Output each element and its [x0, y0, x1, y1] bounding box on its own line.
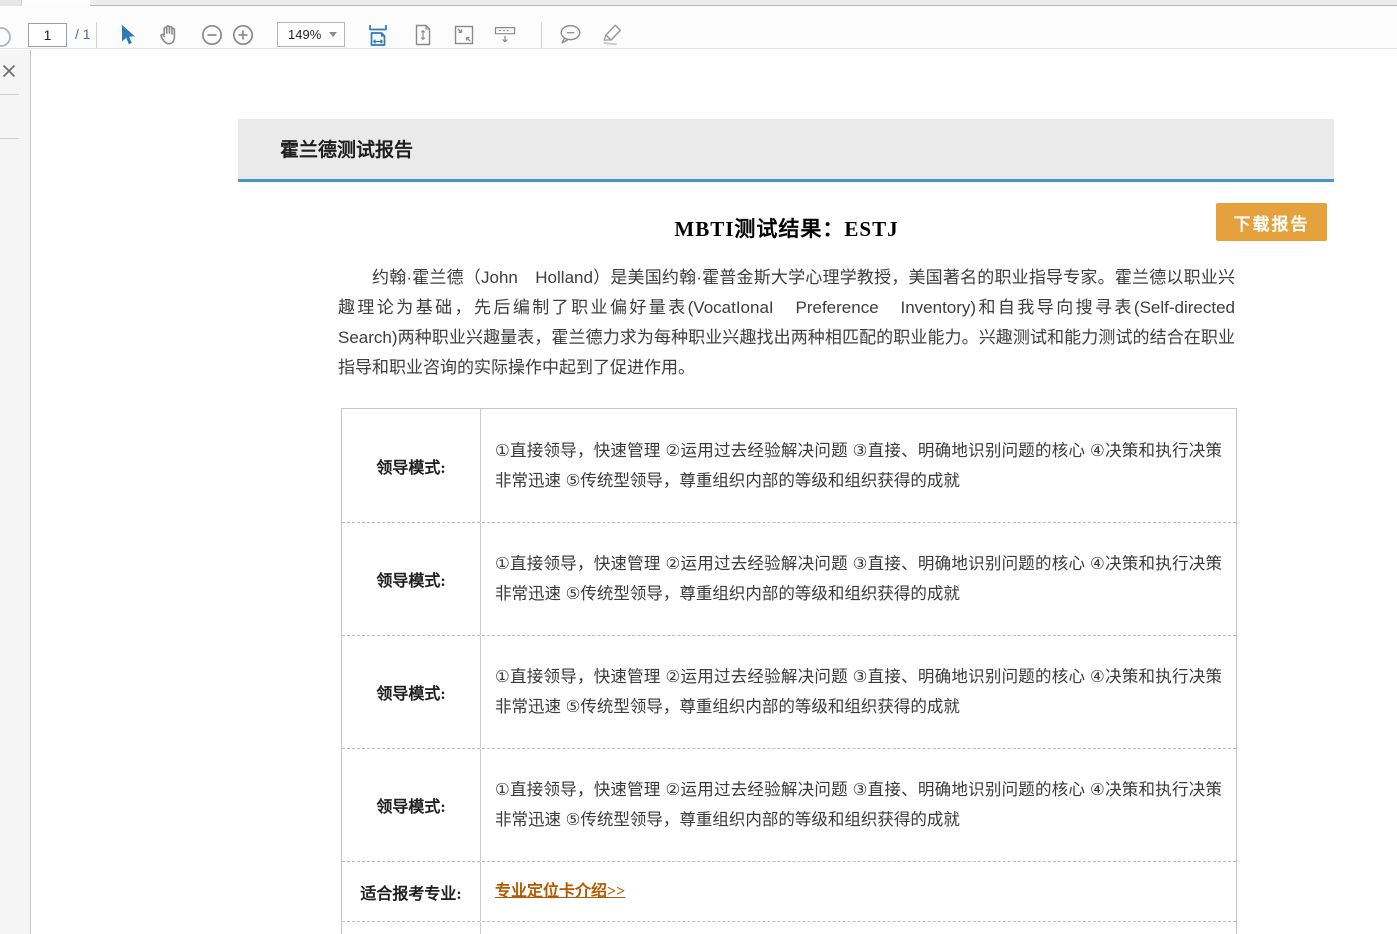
comment-icon[interactable] [557, 22, 583, 48]
zoom-level-dropdown[interactable]: 149% [277, 22, 345, 47]
major-positioning-card-link[interactable]: 专业定位卡介绍>> [495, 877, 625, 907]
toolbar-divider [541, 22, 542, 48]
table-row-majors: 适合报考专业: 专业定位卡介绍>> [342, 861, 1236, 921]
pdf-toolbar: / 1 149% [0, 6, 1397, 49]
row-content: 专业定位卡介绍>> [481, 862, 1236, 921]
close-icon[interactable] [1, 63, 17, 79]
row-content: ①直接领导，快速管理 ②运用过去经验解决问题 ③直接、明确地识别问题的核心 ④决… [481, 749, 1236, 861]
row-content-text: ①直接领导，快速管理 ②运用过去经验解决问题 ③直接、明确地识别问题的核心 ④决… [495, 441, 1222, 490]
report-title: 霍兰德测试报告 [280, 140, 414, 161]
chevron-down-icon [329, 32, 337, 37]
row-content-text: ①直接领导，快速管理 ②运用过去经验解决问题 ③直接、明确地识别问题的核心 ④决… [495, 781, 1222, 829]
select-cursor-icon[interactable] [114, 22, 140, 48]
panel-divider [0, 138, 19, 139]
page-number-input[interactable] [28, 23, 67, 47]
actual-size-icon[interactable] [451, 22, 477, 48]
table-row: 领导模式: ①直接领导，快速管理 ②运用过去经验解决问题 ③直接、明确地识别问题… [342, 635, 1236, 748]
row-content-text: ①直接领导，快速管理 ②运用过去经验解决问题 ③直接、明确地识别问题的核心 ④决… [495, 555, 1222, 603]
row-content: ①直接领导，快速管理 ②运用过去经验解决问题 ③直接、明确地识别问题的核心 ④决… [481, 523, 1236, 635]
intro-paragraph: 约翰·霍兰德（John Holland）是美国约翰·霍普金斯大学心理学教授，美国… [338, 268, 1252, 377]
panel-divider [0, 94, 19, 95]
zoom-level-value: 149% [288, 27, 322, 42]
report-title-banner: 霍兰德测试报告 [238, 119, 1334, 182]
row-label: 领导模式: [342, 409, 481, 522]
table-row: 领导模式: ①直接领导，快速管理 ②运用过去经验解决问题 ③直接、明确地识别问题… [342, 409, 1236, 522]
table-row: 领导模式: ①直接领导，快速管理 ②运用过去经验解决问题 ③直接、明确地识别问题… [342, 748, 1236, 861]
navigation-side-panel [0, 50, 31, 934]
loading-circle-icon [0, 24, 14, 50]
pdf-page: 霍兰德测试报告 MBTI测试结果：ESTJ 下载报告 约翰·霍兰德（John H… [31, 50, 1397, 934]
row-label: 领导模式: [342, 636, 481, 748]
row-label: 领导模式: [342, 749, 481, 861]
highlighter-icon[interactable] [599, 22, 625, 48]
table-row-clipped [342, 921, 1236, 934]
viewer-main-area: 霍兰德测试报告 MBTI测试结果：ESTJ 下载报告 约翰·霍兰德（John H… [0, 50, 1397, 934]
row-content: ①直接领导，快速管理 ②运用过去经验解决问题 ③直接、明确地识别问题的核心 ④决… [481, 409, 1236, 522]
result-table: 领导模式: ①直接领导，快速管理 ②运用过去经验解决问题 ③直接、明确地识别问题… [341, 408, 1237, 934]
page-total-label: / 1 [75, 26, 91, 42]
row-label: 领导模式: [342, 523, 481, 635]
zoom-out-icon[interactable] [199, 22, 225, 48]
row-content [481, 922, 1236, 934]
row-content-text: ①直接领导，快速管理 ②运用过去经验解决问题 ③直接、明确地识别问题的核心 ④决… [495, 668, 1222, 716]
table-row: 领导模式: ①直接领导，快速管理 ②运用过去经验解决问题 ③直接、明确地识别问题… [342, 522, 1236, 635]
zoom-in-icon[interactable] [230, 22, 256, 48]
row-label: 适合报考专业: [342, 862, 481, 921]
fit-width-icon[interactable] [365, 22, 391, 48]
hand-pan-icon[interactable] [156, 22, 182, 48]
toolbar-divider [96, 22, 97, 48]
fit-page-icon[interactable] [410, 22, 436, 48]
download-report-button[interactable]: 下载报告 [1216, 203, 1327, 241]
mbti-result-heading: MBTI测试结果：ESTJ [674, 217, 899, 241]
row-label [342, 922, 481, 934]
continuous-scroll-icon[interactable] [492, 22, 518, 48]
row-content: ①直接领导，快速管理 ②运用过去经验解决问题 ③直接、明确地识别问题的核心 ④决… [481, 636, 1236, 748]
